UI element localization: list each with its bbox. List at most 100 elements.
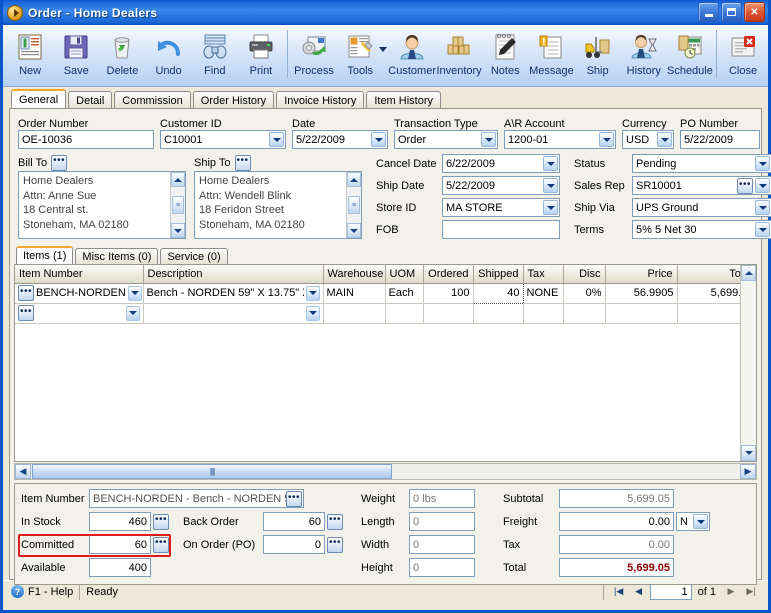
last-record-icon[interactable]: ▶|: [742, 584, 760, 600]
col-shipped[interactable]: Shipped: [473, 265, 524, 284]
chevron-down-icon[interactable]: [755, 178, 770, 193]
transaction-type-combo[interactable]: Order: [394, 130, 498, 149]
fob-input[interactable]: [442, 220, 560, 239]
chevron-down-icon[interactable]: [127, 285, 142, 301]
toolbar-button-customer[interactable]: Customer: [388, 28, 436, 84]
cancel-date-combo[interactable]: 6/22/2009: [442, 154, 560, 173]
cell-price[interactable]: [605, 303, 678, 324]
scrollbar-thumb[interactable]: ≡: [348, 196, 360, 214]
toolbar-button-undo[interactable]: Undo: [146, 28, 192, 84]
cell-uom[interactable]: [385, 303, 424, 324]
cell-warehouse[interactable]: MAIN: [323, 283, 386, 304]
width-input[interactable]: 0: [409, 535, 475, 554]
scroll-down-icon[interactable]: [741, 445, 756, 461]
cell-price[interactable]: 56.9905: [605, 283, 678, 304]
col-description[interactable]: Description: [143, 265, 324, 284]
scroll-up-icon[interactable]: [741, 265, 756, 281]
status-combo[interactable]: Pending: [632, 154, 771, 173]
length-input[interactable]: 0: [409, 512, 475, 531]
on-order-po-input[interactable]: 0: [263, 535, 325, 554]
col-item-number[interactable]: Item Number: [15, 265, 144, 284]
toolbar-button-new[interactable]: New: [7, 28, 53, 84]
line-items-grid[interactable]: Item Number Description Warehouse UOM Or…: [14, 264, 757, 462]
next-record-icon[interactable]: ▶: [722, 584, 740, 600]
customer-id-combo[interactable]: C10001: [160, 130, 286, 149]
first-record-icon[interactable]: |◀: [610, 584, 628, 600]
date-combo[interactable]: 5/22/2009: [292, 130, 388, 149]
toolbar-button-message[interactable]: Message: [528, 28, 574, 84]
sales-rep-lookup-button[interactable]: •••: [737, 178, 753, 194]
scrollbar-thumb[interactable]: ≡: [172, 196, 184, 214]
chevron-down-icon[interactable]: [125, 305, 140, 321]
toolbar-button-close[interactable]: Close: [720, 28, 766, 84]
cell-shipped[interactable]: [473, 303, 524, 324]
ship-via-combo[interactable]: UPS Ground: [632, 198, 771, 217]
toolbar-button-notes[interactable]: Notes: [482, 28, 528, 84]
bill-to-address-box[interactable]: Home Dealers Attn: Anne Sue 18 Central s…: [18, 171, 186, 239]
ship-date-combo[interactable]: 5/22/2009: [442, 176, 560, 195]
col-price[interactable]: Price: [605, 265, 678, 284]
chevron-down-icon[interactable]: [543, 156, 558, 171]
chevron-down-icon[interactable]: [693, 514, 708, 529]
toolbar-button-print[interactable]: Print: [238, 28, 284, 84]
cell-warehouse[interactable]: [323, 303, 386, 324]
committed-lookup-button[interactable]: •••: [153, 536, 169, 553]
scroll-up-icon[interactable]: [171, 172, 185, 187]
item-lookup-button[interactable]: •••: [18, 305, 34, 321]
po-number-input[interactable]: 5/22/2009: [680, 130, 760, 149]
cell-ordered[interactable]: [423, 303, 474, 324]
toolbar-button-find[interactable]: Find: [192, 28, 238, 84]
on-order-po-lookup-button[interactable]: •••: [327, 536, 343, 553]
weight-input[interactable]: 0 lbs: [409, 489, 475, 508]
help-section[interactable]: ? F1 - Help: [5, 583, 79, 601]
ship-to-scrollbar[interactable]: ≡: [346, 172, 361, 238]
cell-uom[interactable]: Each: [385, 283, 424, 304]
ship-to-address-box[interactable]: Home Dealers Attn: Wendell Blink 18 Feri…: [194, 171, 362, 239]
item-lookup-button[interactable]: •••: [18, 285, 34, 301]
cell-tax[interactable]: NONE: [523, 283, 564, 304]
scroll-left-icon[interactable]: ◀: [15, 464, 31, 479]
in-stock-lookup-button[interactable]: •••: [153, 513, 169, 530]
chevron-down-icon[interactable]: [657, 132, 672, 147]
cell-ordered[interactable]: 100: [423, 283, 474, 304]
toolbar-button-ship[interactable]: Ship: [575, 28, 621, 84]
terms-combo[interactable]: 5% 5 Net 30: [632, 220, 771, 239]
sales-rep-combo[interactable]: SR10001 •••: [632, 176, 771, 195]
chevron-down-icon[interactable]: [269, 132, 284, 147]
back-order-input[interactable]: 60: [263, 512, 325, 531]
chevron-down-icon[interactable]: [755, 200, 770, 215]
cell-item-number[interactable]: ••• BENCH-NORDEN: [15, 283, 144, 304]
tab-detail[interactable]: Detail: [68, 91, 113, 108]
item-number-detail-input[interactable]: BENCH-NORDEN - Bench - NORDEN 59" X •••: [89, 489, 304, 508]
tools-dropdown-caret-icon[interactable]: [379, 46, 388, 52]
record-number-input[interactable]: 1: [649, 583, 692, 600]
ar-account-combo[interactable]: 1200-01: [504, 130, 616, 149]
previous-record-icon[interactable]: ◀: [630, 584, 648, 600]
in-stock-input[interactable]: 460: [89, 512, 151, 531]
chevron-down-icon[interactable]: [599, 132, 614, 147]
chevron-down-icon[interactable]: [543, 200, 558, 215]
grid-tab-service[interactable]: Service (0): [160, 248, 228, 264]
available-input[interactable]: 400: [89, 558, 151, 577]
bill-to-scrollbar[interactable]: ≡: [170, 172, 185, 238]
close-button[interactable]: ✕: [744, 2, 765, 22]
col-disc[interactable]: Disc: [563, 265, 606, 284]
scroll-right-icon[interactable]: ▶: [740, 464, 756, 479]
col-ordered[interactable]: Ordered: [423, 265, 474, 284]
item-detail-lookup-button[interactable]: •••: [286, 491, 302, 507]
toolbar-button-schedule[interactable]: Schedule: [667, 28, 713, 84]
freight-input[interactable]: 0.00: [559, 512, 674, 531]
tab-item-history[interactable]: Item History: [366, 91, 442, 108]
scroll-down-icon[interactable]: [171, 223, 185, 238]
cell-shipped[interactable]: 40: [472, 282, 524, 304]
height-input[interactable]: 0: [409, 558, 475, 577]
cell-description[interactable]: [143, 303, 324, 324]
tab-general[interactable]: General: [11, 89, 67, 108]
committed-input[interactable]: 60: [89, 535, 151, 554]
cell-item-number[interactable]: •••: [15, 303, 144, 324]
cell-description[interactable]: Bench - NORDEN 59" X 13.75" X: [143, 283, 324, 304]
toolbar-button-inventory[interactable]: Inventory: [436, 28, 482, 84]
chevron-down-icon[interactable]: [543, 178, 558, 193]
cell-tax[interactable]: [523, 303, 564, 324]
col-tax[interactable]: Tax: [523, 265, 564, 284]
